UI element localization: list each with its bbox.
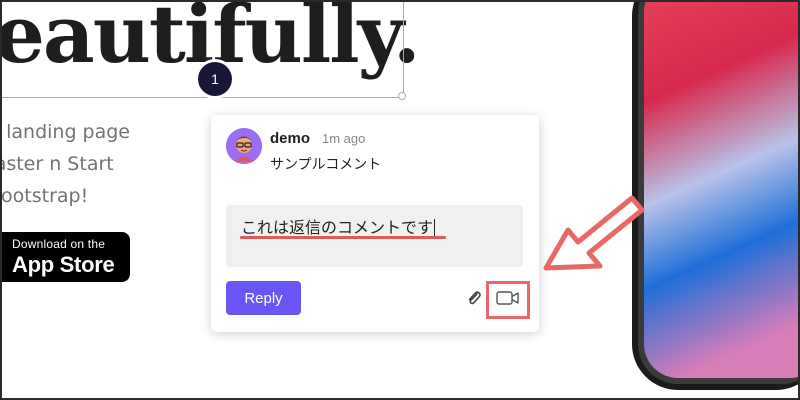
reply-input-value: これは返信のコメントです xyxy=(241,220,434,237)
video-button-highlight[interactable] xyxy=(486,281,530,319)
reply-button[interactable]: Reply xyxy=(226,281,301,315)
video-camera-icon[interactable] xyxy=(496,290,520,311)
app-store-small-text: Download on the xyxy=(12,236,106,251)
annotation-arrow-icon xyxy=(543,195,645,271)
hero-subtitle: p landing page faster n Start Bootstrap! xyxy=(0,121,130,207)
paperclip-icon[interactable] xyxy=(465,289,483,307)
comment-pin-number: 1 xyxy=(211,71,219,87)
avatar-illustration-icon xyxy=(226,128,262,164)
selection-handle[interactable] xyxy=(398,92,406,100)
app-store-big-text: App Store xyxy=(12,251,115,277)
comment-pin[interactable]: 1 xyxy=(198,62,232,96)
annotation-underline xyxy=(240,236,446,239)
comment-popup: demo 1m ago サンプルコメント これは返信のコメントです Reply xyxy=(211,115,539,332)
app-store-button[interactable]: Download on the App Store xyxy=(0,232,130,282)
comment-text: サンプルコメント xyxy=(270,156,382,172)
comment-author: demo xyxy=(270,130,311,147)
comment-time: 1m ago xyxy=(322,131,366,146)
text-caret xyxy=(434,219,436,236)
